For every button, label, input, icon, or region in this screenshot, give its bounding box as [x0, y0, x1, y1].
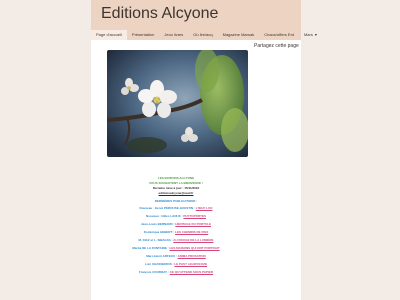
publication-title-link[interactable]: LES CHEMINS DE PAIX [175, 230, 208, 234]
publication-title-link[interactable]: PHYTOPORTES [183, 214, 206, 218]
publication-item: Martia DE LA FONTAINE : LES MAISONS QUI … [110, 244, 242, 252]
publication-author: Loïc CHASSERIOS [144, 262, 172, 266]
nav-item-ou-lire[interactable]: Où lire/acq [188, 30, 217, 40]
header-photo-blossom [107, 50, 248, 157]
publication-author: Martia DE LA FONTAINE [132, 246, 167, 250]
nav-item-more[interactable]: Mars ▾ [299, 30, 322, 40]
publication-author: M. DIAZ et L. SIBALDA [138, 238, 171, 242]
publication-item: Nouveau : Gilles LANUX : PHYTOPORTES [110, 212, 242, 220]
chevron-down-icon: ▾ [314, 32, 317, 37]
blossom-image [107, 50, 248, 157]
publication-item: Nouveau : Hervé PÉROUSE-GUESTIN : L'ŒUF … [110, 204, 242, 212]
publication-author: François COUDRAY [138, 270, 168, 274]
welcome-info: LES EDITIONS ALCYONE VOUS SOUHAITENT LA … [110, 176, 242, 276]
publication-author: Dominique HEBERT [143, 230, 173, 234]
publication-author: Nouveau : Gilles LANUX [146, 214, 181, 218]
nav-item-jeux-livres[interactable]: Jeux livres [159, 30, 188, 40]
publication-title-link[interactable]: AU ROUGE DE LA LUMIÈRE [173, 238, 213, 242]
nav-item-chaos[interactable]: Chaos/offers Ent [259, 30, 299, 40]
publication-title-link[interactable]: LES MAISONS QUI ONT PORTRAIT [170, 246, 220, 250]
publication-item: François COUDRAY : CE QU'ATTEND SOUS PAP… [110, 268, 242, 276]
nav-item-more-label: Mars [303, 32, 313, 37]
share-page-link[interactable]: Partagez cette page [254, 43, 299, 49]
nav-item-accueil[interactable]: Page d'accueil [91, 30, 127, 40]
publication-item: Dominique HEBERT : LES CHEMINS DE PAIX [110, 228, 242, 236]
publication-author: Nouveau : Hervé PÉROUSE-GUESTIN [139, 206, 194, 210]
publication-item: M. DIAZ et L. SIBALDA : AU ROUGE DE LA L… [110, 236, 242, 244]
publication-item: Jean-Louis BERNARD : HÉRITAGE DU PORTULE [110, 220, 242, 228]
publication-title-link[interactable]: ANIMA PROSATION [178, 254, 206, 258]
publication-title-link[interactable]: L'ŒUF LUO [196, 206, 213, 210]
publication-title-link[interactable]: LE PASY LELIROCOZE [174, 262, 207, 266]
site-title[interactable]: Editions Alcyone [101, 5, 218, 23]
publication-author: Marc-Henri ARFEUX [146, 254, 175, 258]
publication-title-link[interactable]: HÉRITAGE DU PORTULE [175, 222, 211, 226]
publication-title-link[interactable]: CE QU'ATTEND SOUS PAPIER [170, 270, 213, 274]
main-nav: Page d'accueil Présentation Jeux livres … [91, 30, 317, 40]
publication-author: Jean-Louis BERNARD [141, 222, 173, 226]
publication-item: Loïc CHASSERIOS : LE PASY LELIROCOZE [110, 260, 242, 268]
publication-item: Marc-Henri ARFEUX : ANIMA PROSATION [110, 252, 242, 260]
nav-item-presentation[interactable]: Présentation [127, 30, 159, 40]
nav-item-magazine[interactable]: Magazine Marsak [218, 30, 260, 40]
